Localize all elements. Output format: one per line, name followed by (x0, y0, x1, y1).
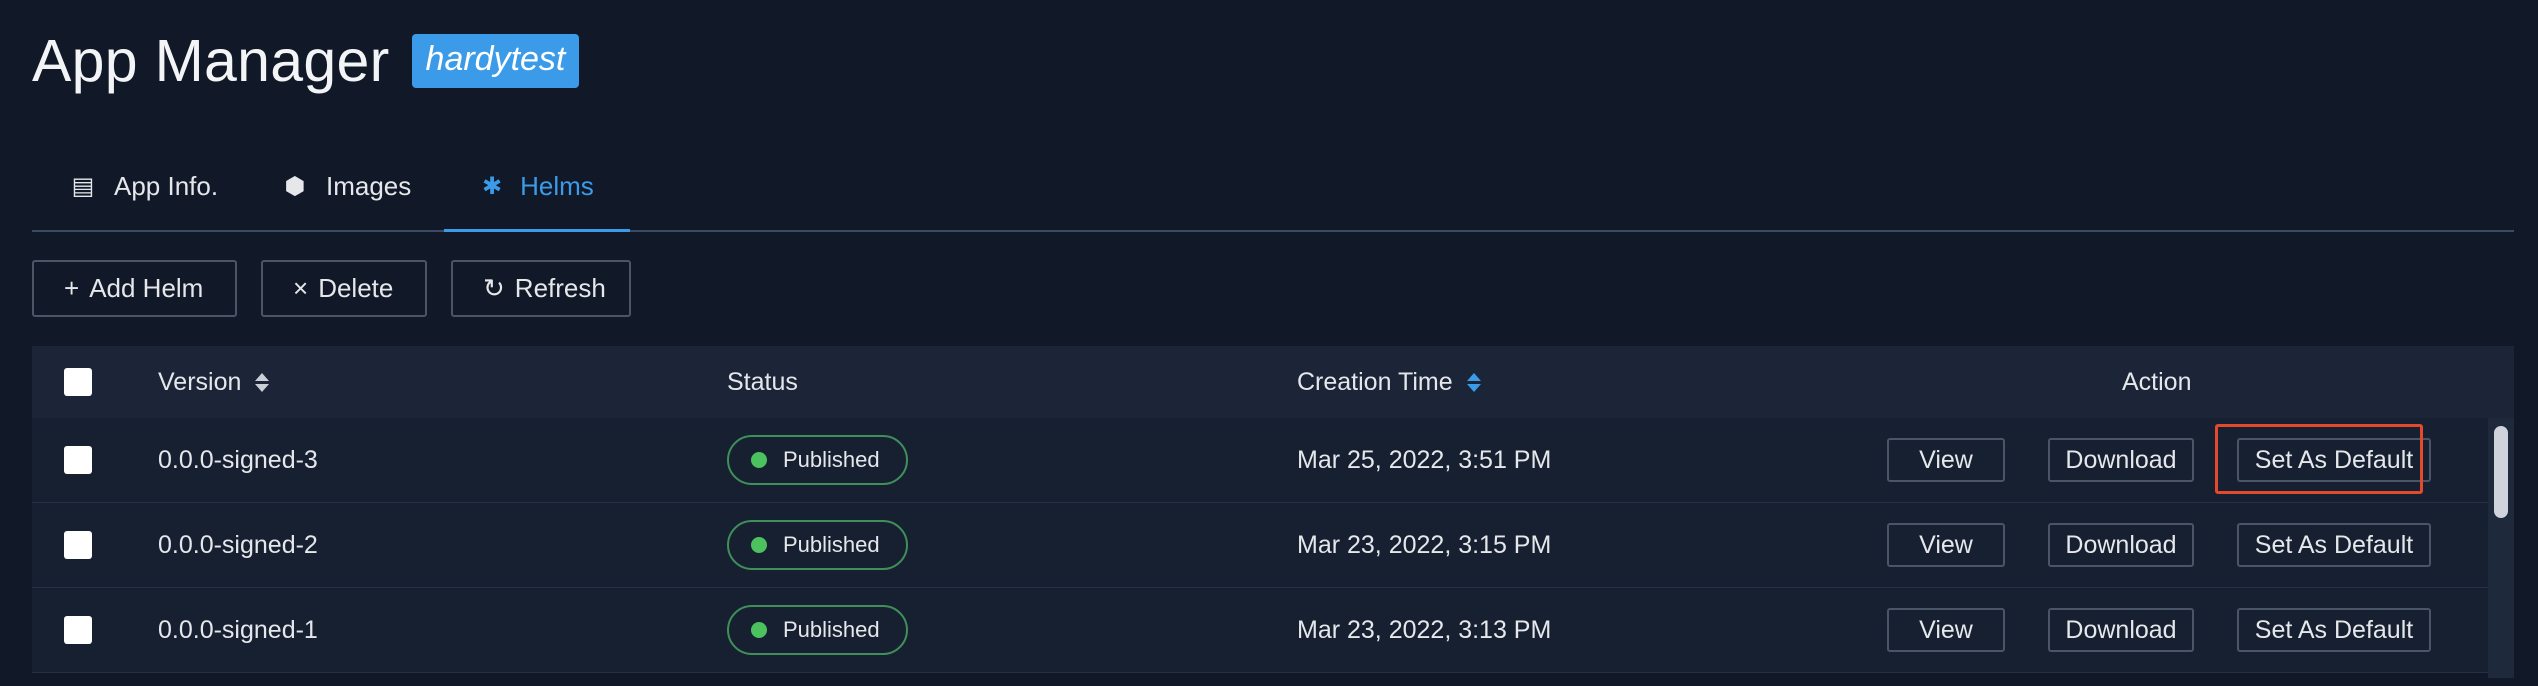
version-cell: 0.0.0-signed-3 (158, 445, 318, 474)
status-label: Published (783, 617, 880, 642)
table-row: 0.0.0-signed-2 Published Mar 23, 2022, 3… (32, 503, 2514, 588)
vertical-scrollbar[interactable] (2488, 418, 2514, 678)
version-cell: 0.0.0-signed-1 (158, 615, 318, 644)
refresh-button[interactable]: ↻ Refresh (451, 260, 631, 317)
creation-time-header-label: Creation Time (1297, 367, 1453, 396)
creation-time-cell: Mar 25, 2022, 3:51 PM (1297, 445, 1552, 474)
set-as-default-button[interactable]: Set As Default (2237, 608, 2431, 652)
table-row: 0.0.0-signed-3 Published Mar 25, 2022, 3… (32, 418, 2514, 503)
refresh-label: Refresh (514, 273, 606, 303)
row-checkbox[interactable] (64, 418, 92, 502)
status-cell: Published (727, 588, 908, 672)
download-button[interactable]: Download (2048, 438, 2194, 482)
tab-label: App Info. (114, 170, 219, 201)
select-all-checkbox[interactable] (64, 346, 92, 418)
page-header: App Manager hardytest (32, 26, 580, 96)
set-as-default-button[interactable]: Set As Default (2237, 523, 2431, 567)
toolbar: + Add Helm × Delete ↻ Refresh (32, 260, 631, 317)
download-button[interactable]: Download (2048, 523, 2194, 567)
status-cell: Published (727, 503, 908, 587)
version-column-header[interactable]: Version (158, 346, 270, 418)
status-label: Published (783, 532, 880, 557)
status-label: Published (783, 447, 880, 472)
sort-icon (1466, 372, 1481, 392)
table-header: Version Status Creation Time Action (32, 346, 2514, 418)
action-header-label: Action (2122, 367, 2192, 396)
table-row: 0.0.0-signed-1 Published Mar 23, 2022, 3… (32, 588, 2514, 673)
delete-label: Delete (318, 273, 394, 303)
tab-helms[interactable]: ✱ Helms (444, 142, 630, 232)
tab-label: Images (326, 170, 412, 201)
version-header-label: Version (158, 367, 242, 396)
tab-images[interactable]: ⬢ Images (244, 142, 449, 230)
asterisk-icon: ✱ (482, 172, 503, 200)
page-title: App Manager (32, 28, 390, 94)
row-checkbox[interactable] (64, 588, 92, 672)
download-button[interactable]: Download (2048, 608, 2194, 652)
status-dot-icon (751, 537, 767, 553)
document-icon: ▤ (71, 172, 95, 200)
plus-icon: + (64, 273, 80, 303)
view-button[interactable]: View (1887, 523, 2005, 567)
cube-icon: ⬢ (284, 172, 306, 200)
tab-app-info[interactable]: ▤ App Info. (32, 142, 256, 230)
status-cell: Published (727, 418, 908, 502)
add-helm-button[interactable]: + Add Helm (32, 260, 237, 317)
view-button[interactable]: View (1887, 438, 2005, 482)
version-cell: 0.0.0-signed-2 (158, 530, 318, 559)
status-dot-icon (751, 452, 767, 468)
sort-icon (255, 372, 270, 392)
app-name-badge: hardytest (411, 34, 580, 88)
helm-table: Version Status Creation Time Action 0.0.… (32, 346, 2514, 686)
status-badge: Published (727, 435, 908, 485)
row-checkbox[interactable] (64, 503, 92, 587)
add-helm-label: Add Helm (89, 273, 204, 303)
highlight-box (2215, 424, 2423, 494)
status-column-header: Status (727, 346, 798, 418)
status-header-label: Status (727, 367, 798, 396)
scrollbar-thumb[interactable] (2494, 426, 2508, 518)
close-icon: × (293, 273, 309, 303)
status-badge: Published (727, 605, 908, 655)
creation-time-cell: Mar 23, 2022, 3:13 PM (1297, 615, 1552, 644)
status-badge: Published (727, 520, 908, 570)
refresh-icon: ↻ (483, 273, 505, 303)
tab-label: Helms (520, 170, 594, 201)
status-dot-icon (751, 622, 767, 638)
action-column-header: Action (2122, 346, 2191, 418)
view-button[interactable]: View (1887, 608, 2005, 652)
tab-bar: ▤ App Info. ⬢ Images ✱ Helms (32, 142, 2514, 232)
creation-time-column-header[interactable]: Creation Time (1297, 346, 1481, 418)
creation-time-cell: Mar 23, 2022, 3:15 PM (1297, 530, 1552, 559)
delete-button[interactable]: × Delete (261, 260, 427, 317)
